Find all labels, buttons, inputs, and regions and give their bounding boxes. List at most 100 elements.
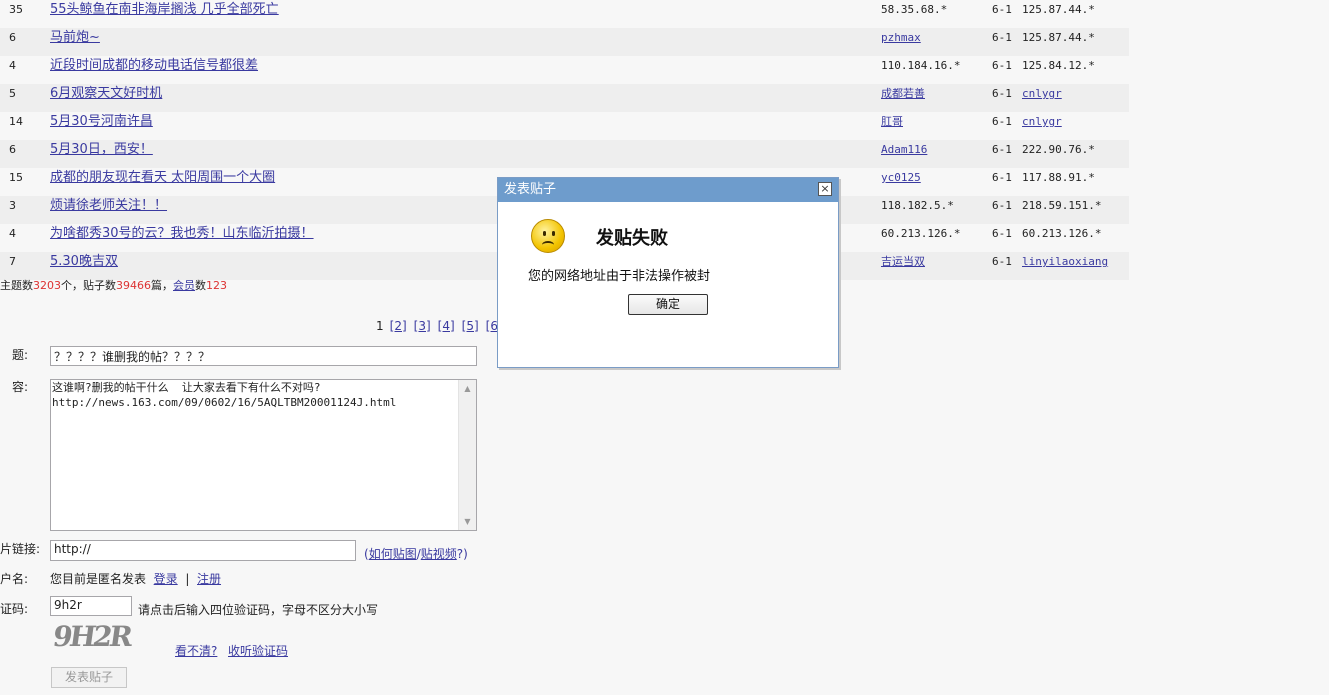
reply-count: 15	[9, 171, 23, 184]
stats-label: 个，贴子数	[61, 279, 116, 292]
topic-author[interactable]: pzhmax	[881, 28, 921, 48]
dialog-heading: 发贴失败	[596, 228, 668, 249]
content-text: 这谁啊?删我的帖干什么 让大家去看下有什么不对吗? http://news.16…	[52, 381, 397, 409]
topic-title-link[interactable]: 成都的朋友现在看天 太阳周围一个大圈	[50, 168, 275, 188]
reply-count: 4	[9, 59, 16, 72]
current-page: 1	[376, 319, 384, 333]
dialog-title: 发表贴子	[504, 182, 557, 197]
stats-label: 主题数	[0, 279, 33, 292]
topic-row: 5 6月观察天文好时机 成都若善 6-1 cnlygr	[0, 84, 1129, 112]
topic-title-link[interactable]: 近段时间成都的移动电话信号都很差	[50, 56, 258, 76]
stats-label: 数	[195, 279, 206, 292]
last-reply-by: 218.59.151.*	[1022, 199, 1102, 212]
last-reply-by[interactable]: linyilaoxiang	[1022, 252, 1108, 272]
last-reply-by: 222.90.76.*	[1022, 143, 1095, 156]
page-link-3[interactable]: [3]	[414, 319, 431, 333]
topic-title-link[interactable]: 为啥都秀30号的云？我也秀！山东临沂拍摄！	[50, 224, 314, 244]
reply-count: 35	[9, 3, 23, 16]
members-link[interactable]: 会员	[173, 279, 195, 292]
topic-title-link[interactable]: 55头鲸鱼在南非海岸搁浅 几乎全部死亡	[50, 0, 279, 20]
topic-date: 6-1	[992, 115, 1012, 128]
topic-title-link[interactable]: 6月观察天文好时机	[50, 84, 162, 104]
page-link-5[interactable]: [5]	[462, 319, 479, 333]
last-reply-by[interactable]: cnlygr	[1022, 84, 1062, 104]
submit-post-button[interactable]: 发表贴子	[51, 667, 127, 688]
topic-author[interactable]: 肛哥	[881, 112, 903, 132]
dialog-titlebar: 发表贴子 ×	[498, 178, 838, 202]
register-link[interactable]: 注册	[197, 572, 221, 586]
topic-title-link[interactable]: 马前炮~	[50, 28, 100, 48]
last-reply-by: 117.88.91.*	[1022, 171, 1095, 184]
topic-row: 6 马前炮~ pzhmax 6-1 125.87.44.*	[0, 28, 1129, 56]
sad-face-icon	[531, 219, 565, 253]
error-dialog: 发表贴子 × 发贴失败 您的网络地址由于非法操作被封 确定	[497, 177, 839, 368]
topic-date: 6-1	[992, 3, 1012, 16]
member-count: 123	[206, 279, 227, 292]
last-reply-by: 125.87.44.*	[1022, 3, 1095, 16]
page-link-4[interactable]: [4]	[438, 319, 455, 333]
topic-author[interactable]: 吉运当双	[881, 252, 925, 272]
image-link-input[interactable]: http://	[50, 540, 356, 561]
topic-date: 6-1	[992, 31, 1012, 44]
login-link[interactable]: 登录	[154, 572, 178, 586]
reply-count: 7	[9, 255, 16, 268]
scroll-down-icon[interactable]: ▼	[460, 514, 475, 529]
page-link-2[interactable]: [2]	[390, 319, 407, 333]
close-icon[interactable]: ×	[818, 182, 832, 196]
topic-row: 6 5月30日，西安！ Adam116 6-1 222.90.76.*	[0, 140, 1129, 168]
topic-author: 110.184.16.*	[881, 59, 961, 72]
reply-count: 3	[9, 199, 16, 212]
topic-date: 6-1	[992, 59, 1012, 72]
post-count: 39466	[116, 279, 151, 292]
topic-author: 60.213.126.*	[881, 227, 961, 240]
how-to-post-video-link[interactable]: 贴视频	[421, 547, 457, 561]
topic-count: 3203	[33, 279, 61, 292]
topic-title-link[interactable]: 烦请徐老师关注！！	[50, 196, 167, 216]
reply-count: 14	[9, 115, 23, 128]
topic-date: 6-1	[992, 255, 1012, 268]
reply-count: 4	[9, 227, 16, 240]
anonymous-note: 您目前是匿名发表 登录 | 注册	[50, 572, 222, 586]
topic-date: 6-1	[992, 87, 1012, 100]
topic-title-link[interactable]: 5月30日，西安！	[50, 140, 153, 160]
forum-stats: 主题数3203个，贴子数39466篇，会员数123	[0, 277, 227, 293]
topic-date: 6-1	[992, 227, 1012, 240]
captcha-image[interactable]: 9H2R	[51, 620, 144, 654]
dialog-message: 您的网络地址由于非法操作被封	[528, 269, 711, 284]
topic-date: 6-1	[992, 199, 1012, 212]
last-reply-by: 125.87.44.*	[1022, 31, 1095, 44]
subject-input[interactable]: ？？？？谁删我的帖？？？？	[50, 346, 477, 366]
content-label: 容:	[12, 380, 29, 394]
username-label: 户名:	[0, 572, 29, 586]
captcha-hint: 请点击后输入四位验证码，字母不区分大小写	[138, 603, 379, 617]
topic-author: 118.182.5.*	[881, 199, 954, 212]
subject-label: 题:	[12, 348, 29, 362]
topic-author[interactable]: 成都若善	[881, 84, 925, 104]
last-reply-by[interactable]: cnlygr	[1022, 112, 1062, 132]
stats-label: 篇，	[151, 279, 173, 292]
image-link-label: 片链接:	[0, 542, 41, 556]
listen-captcha-link[interactable]: 收听验证码	[228, 642, 288, 659]
reply-count: 6	[9, 143, 16, 156]
topic-author: 58.35.68.*	[881, 3, 948, 16]
content-textarea[interactable]: 这谁啊?删我的帖干什么 让大家去看下有什么不对吗? http://news.16…	[50, 379, 477, 531]
how-to-post-image-link[interactable]: 如何贴图	[369, 547, 417, 561]
topic-author[interactable]: Adam116	[881, 140, 927, 160]
topic-date: 6-1	[992, 171, 1012, 184]
topic-author[interactable]: yc0125	[881, 168, 921, 188]
refresh-captcha-link[interactable]: 看不清?	[175, 642, 217, 659]
last-reply-by: 60.213.126.*	[1022, 227, 1102, 240]
ok-button[interactable]: 确定	[628, 294, 708, 315]
last-reply-by: 125.84.12.*	[1022, 59, 1095, 72]
scroll-up-icon[interactable]: ▲	[460, 381, 475, 396]
topic-row: 14 5月30号河南许昌 肛哥 6-1 cnlygr	[0, 112, 1129, 140]
textarea-scrollbar[interactable]: ▲ ▼	[458, 380, 476, 530]
topic-date: 6-1	[992, 143, 1012, 156]
captcha-label: 证码:	[0, 602, 29, 616]
topic-title-link[interactable]: 5.30晚吉双	[50, 252, 118, 272]
captcha-input[interactable]: 9h2r	[50, 596, 132, 616]
topic-row: 35 55头鲸鱼在南非海岸搁浅 几乎全部死亡 58.35.68.* 6-1 125.87…	[0, 0, 1129, 28]
media-help: (如何贴图/贴视频?)	[364, 547, 468, 561]
topic-title-link[interactable]: 5月30号河南许昌	[50, 112, 153, 132]
topic-row: 4 近段时间成都的移动电话信号都很差 110.184.16.* 6-1 125.84.1…	[0, 56, 1129, 84]
